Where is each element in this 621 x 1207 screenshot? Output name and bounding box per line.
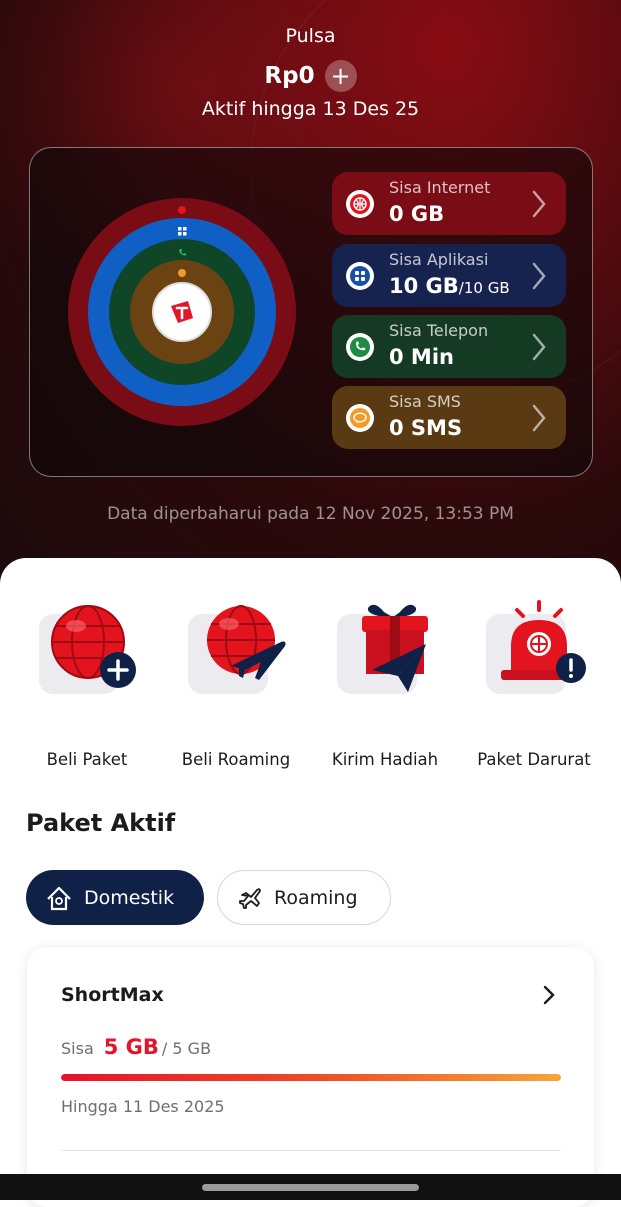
- tab-domestik[interactable]: Domestik: [26, 870, 204, 925]
- action-label: Kirim Hadiah: [331, 750, 439, 769]
- remaining-value: 5 GB: [103, 1035, 159, 1059]
- ring-globe-icon: [176, 204, 188, 216]
- balance-row: Rp0 +: [0, 60, 621, 92]
- apps-icon: [346, 262, 374, 290]
- quota-label: Sisa Telepon: [389, 321, 489, 340]
- ring-sms-icon: [176, 267, 188, 279]
- telkomsel-logo-icon: [171, 301, 193, 323]
- globe-plane-icon: [207, 605, 286, 680]
- quota-value: 0 Min: [389, 345, 454, 369]
- quota-progress-bar: [61, 1074, 561, 1081]
- chevron-right-icon: [532, 333, 546, 361]
- globe-icon: [346, 190, 374, 218]
- section-title: Paket Aktif: [26, 809, 176, 837]
- remaining-prefix: Sisa: [61, 1039, 94, 1058]
- home-indicator[interactable]: [202, 1184, 419, 1191]
- divider: [61, 1150, 561, 1151]
- package-name: ShortMax: [61, 984, 164, 1006]
- quota-label: Sisa Internet: [389, 178, 491, 197]
- updated-timestamp: Data diperbaharui pada 12 Nov 2025, 13:5…: [107, 504, 514, 524]
- quota-telepon[interactable]: Sisa Telepon 0 Min: [332, 315, 566, 378]
- quota-value: 0 SMS: [389, 416, 463, 440]
- siren-icon: [501, 600, 586, 683]
- active-until: Aktif hingga 13 Des 25: [201, 98, 420, 120]
- chevron-right-icon[interactable]: [542, 984, 556, 1006]
- quota-rings[interactable]: [68, 198, 296, 426]
- top-up-button[interactable]: +: [324, 60, 357, 92]
- tab-label: Domestik: [84, 886, 175, 909]
- quota-progress-fill: [61, 1074, 561, 1081]
- ring-phone-icon: [176, 246, 188, 258]
- quota-sms[interactable]: Sisa SMS 0 SMS: [332, 386, 566, 449]
- action-label: Beli Paket: [46, 750, 128, 769]
- house-icon: [47, 886, 71, 910]
- package-expiry: Hingga 11 Des 2025: [61, 1097, 225, 1116]
- phone-icon: [346, 333, 374, 361]
- quota-aplikasi[interactable]: Sisa Aplikasi 10 GB/10 GB: [332, 244, 566, 307]
- package-card[interactable]: ShortMax Sisa 5 GB / 5 GB Hingga 11 Des …: [27, 947, 594, 1207]
- quota-label: Sisa SMS: [389, 392, 461, 411]
- quota-value: 0 GB: [389, 202, 445, 226]
- chevron-right-icon: [532, 262, 546, 290]
- chevron-right-icon: [532, 190, 546, 218]
- package-remaining: Sisa 5 GB / 5 GB: [61, 1035, 211, 1059]
- action-label: Beli Roaming: [181, 750, 291, 769]
- quota-internet[interactable]: Sisa Internet 0 GB: [332, 172, 566, 235]
- remaining-total: / 5 GB: [161, 1039, 212, 1058]
- quota-value: 10 GB/10 GB: [389, 274, 510, 298]
- balance-value: Rp0: [264, 63, 315, 89]
- gift-icon: [362, 604, 428, 692]
- action-label: Paket Darurat: [477, 750, 591, 769]
- sms-icon: [346, 404, 374, 432]
- tab-label: Roaming: [274, 886, 358, 909]
- chevron-right-icon: [532, 404, 546, 432]
- ring-apps-icon: [176, 225, 188, 237]
- pulsa-title: Pulsa: [285, 25, 336, 47]
- quota-label: Sisa Aplikasi: [389, 250, 489, 269]
- tab-roaming[interactable]: Roaming: [217, 870, 391, 925]
- globe-plus-icon: [51, 605, 136, 688]
- airplane-icon: [239, 887, 261, 909]
